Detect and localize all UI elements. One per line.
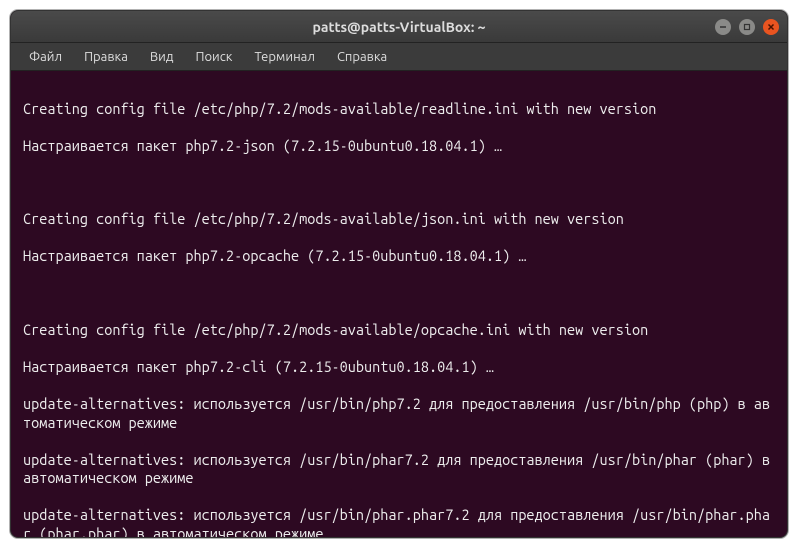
window-controls (715, 19, 779, 35)
close-button[interactable] (763, 19, 779, 35)
terminal-body[interactable]: Creating config file /etc/php/7.2/mods-a… (11, 71, 787, 537)
output-line: Настраивается пакет php7.2-json (7.2.15-… (23, 137, 775, 156)
menu-help[interactable]: Справка (327, 47, 397, 67)
terminal-window: patts@patts-VirtualBox: ~ Файл Правка Ви… (10, 10, 788, 538)
output-line: Creating config file /etc/php/7.2/mods-a… (23, 321, 775, 340)
output-line: update-alternatives: используется /usr/b… (23, 506, 775, 537)
blank-line (23, 174, 775, 192)
window-title: patts@patts-VirtualBox: ~ (313, 19, 486, 35)
output-line: Creating config file /etc/php/7.2/mods-a… (23, 210, 775, 229)
output-line: Creating config file /etc/php/7.2/mods-a… (23, 100, 775, 119)
output-line: update-alternatives: используется /usr/b… (23, 451, 775, 488)
menu-file[interactable]: Файл (19, 47, 72, 67)
output-line: Настраивается пакет php7.2-opcache (7.2.… (23, 247, 775, 266)
output-line: Настраивается пакет php7.2-cli (7.2.15-0… (23, 358, 775, 377)
menu-edit[interactable]: Правка (74, 47, 138, 67)
minimize-button[interactable] (715, 19, 731, 35)
menu-search[interactable]: Поиск (185, 47, 242, 67)
menubar: Файл Правка Вид Поиск Терминал Справка (11, 43, 787, 71)
menu-view[interactable]: Вид (140, 47, 184, 67)
titlebar: patts@patts-VirtualBox: ~ (11, 11, 787, 43)
menu-terminal[interactable]: Терминал (244, 47, 324, 67)
blank-line (23, 284, 775, 302)
maximize-button[interactable] (739, 19, 755, 35)
output-line: update-alternatives: используется /usr/b… (23, 395, 775, 432)
